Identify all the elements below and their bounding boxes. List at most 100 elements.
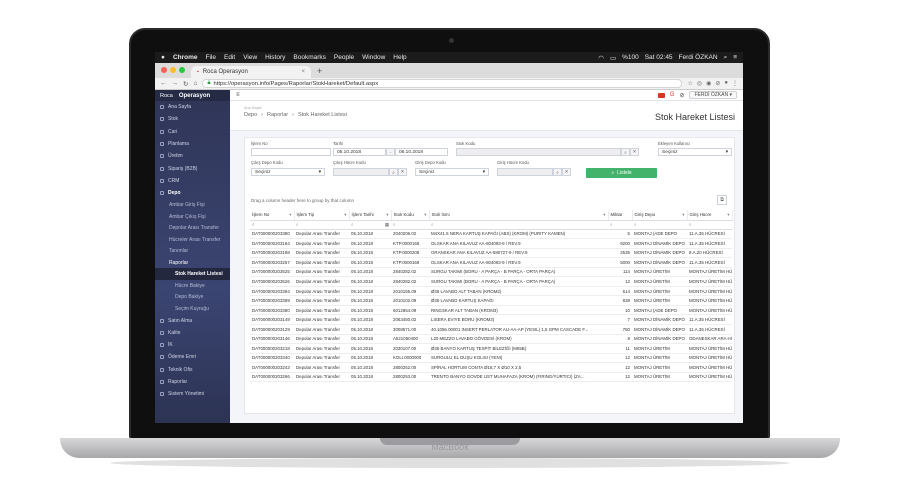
breadcrumb-home[interactable]: Ana Sayfa [244,106,262,110]
col-miktar[interactable]: Miktar [608,210,633,221]
tarih-from-input[interactable]: 05.10.2018 [333,148,386,156]
trash-icon[interactable]: ✕ [630,148,639,156]
list-icon[interactable]: ≡ [733,54,737,61]
col-giris-depo[interactable]: Giriş Depo ▾ [632,210,688,221]
filter-cell[interactable]: ⌕ ▦ [349,220,391,230]
sidebar-item-kalite[interactable]: Kalite [155,327,230,339]
giris-depo-select[interactable]: Seçiniz ▾ [415,168,489,176]
sidebar-item-satinalma[interactable]: Satın Alma [155,314,230,326]
minimize-window-icon[interactable] [170,67,176,73]
filter-cell[interactable]: ⌕ [608,220,632,230]
menu-toggle-icon[interactable]: ≡ [236,92,240,98]
table-row[interactable]: DAT000000203188 Depolar Arası Transfer 05.… [250,248,732,259]
apple-icon[interactable]: ● [161,54,165,61]
sidebar-item-planlama[interactable]: Planlama [155,138,230,150]
sidebar-item-raporlar[interactable]: Raporlar [155,376,230,388]
menu-people[interactable]: People [334,54,354,61]
extension-icon-2[interactable]: ◉ [706,80,711,87]
table-row[interactable]: DAT000000203218 Depolar Arası Transfer 05.… [250,343,732,354]
sidebar-sub-hucreler-arasi[interactable]: Hücreler Arası Transfer [155,234,230,246]
sidebar-sub-depolar-arasi[interactable]: Depolar Arası Transfer [155,222,230,234]
table-row[interactable]: DAT000000203526 Depolar Arası Transfer 05.… [250,276,732,287]
menu-window[interactable]: Window [362,54,385,61]
table-row[interactable]: DAT000000203129 Depolar Arası Transfer 05.… [250,324,732,335]
giris-hucre-input[interactable] [497,168,553,176]
ekleyen-select[interactable]: Seçiniz ▾ [658,148,732,156]
menu-bookmarks[interactable]: Bookmarks [293,54,326,61]
maximize-window-icon[interactable] [179,67,185,73]
table-row[interactable]: DAT000000203525 Depolar Arası Transfer 05.… [250,267,732,278]
col-islem-no[interactable]: İşlem No ▾ [250,210,295,221]
table-row[interactable]: DAT000000203184 Depolar Arası Transfer 05.… [250,238,732,249]
filter-cell[interactable]: ⌕ [294,220,349,230]
table-row[interactable]: DAT000000203380 Depolar Arası Transfer 05.… [250,229,732,240]
notification-icon[interactable]: ⊘ [679,92,684,99]
table-row[interactable]: DAT000000203243 Depolar Arası Transfer 05.… [250,362,732,373]
filter-cell[interactable]: ⌕ [391,220,429,230]
tarih-to-input[interactable]: 06.10.2018 [395,148,448,156]
more-menu-icon[interactable]: ⋮ [732,80,738,87]
col-stok-kodu[interactable]: Stok Kodu ▾ [391,210,430,221]
close-tab-icon[interactable]: × [301,69,305,75]
back-icon[interactable]: ← [160,80,167,87]
filter-icon[interactable]: ▾ [727,212,729,218]
sidebar-sub-tanimlar[interactable]: Tanımlar [155,245,230,257]
address-bar[interactable]: 🔒︎ https://operasyon.info/Pages/Raporlar… [202,79,683,88]
stok-kodu-input[interactable] [456,148,621,156]
sidebar-sub-depo-bakiye[interactable]: Depo Bakiye [155,291,230,303]
sidebar-item-odeme[interactable]: Ödeme Emri [155,351,230,363]
menubar-clock[interactable]: Sat 02:45 [645,54,673,61]
search-icon[interactable]: ⌕ [389,168,398,176]
language-flag-icon[interactable] [657,92,665,98]
menu-edit[interactable]: Edit [224,54,235,61]
battery-icon[interactable]: ▭ [610,54,616,62]
filter-cell[interactable]: ⌕ [250,220,294,230]
menubar-app[interactable]: Chrome [173,54,198,61]
reload-icon[interactable]: ↻ [183,80,188,88]
sidebar-item-crm[interactable]: CRM [155,175,230,187]
new-tab-button[interactable]: + [311,66,328,78]
breadcrumb-raporlar[interactable]: Raporlar [267,112,288,118]
filter-icon[interactable]: ▾ [424,212,426,218]
menubar-user[interactable]: Ferdi ÖZKAN [679,54,718,61]
sidebar-sub-hucre-bakiye[interactable]: Hücre Bakiye [155,280,230,292]
table-row[interactable]: DAT000000203257 Depolar Arası Transfer 05.… [250,257,732,268]
sidebar-item-siparis[interactable]: Sipariş (B2B) [155,162,230,174]
copy-icon[interactable]: ⧉ [717,195,727,205]
google-icon[interactable]: G [670,92,675,98]
table-row[interactable]: DAT000000203340 Depolar Arası Transfer 05.… [250,353,732,364]
col-islem-tarihi[interactable]: İşlem Tarihi ▾ [349,210,392,221]
trash-icon[interactable]: ✕ [398,168,407,176]
sidebar-item-anasayfa[interactable]: Ana Sayfa [155,101,230,113]
filter-cell[interactable]: ⌕ [687,220,732,230]
menu-view[interactable]: View [243,54,257,61]
sidebar-item-teknik[interactable]: Teknik Ofis [155,364,230,376]
col-giris-hucre[interactable]: Giriş Hücre ▾ [687,210,733,221]
islem-no-input[interactable] [251,148,331,156]
col-stok-ismi[interactable]: Stok İsmi ▾ [429,210,609,221]
wifi-icon[interactable]: ◠ [598,54,604,62]
search-icon[interactable]: ⌕ [724,54,728,62]
sidebar-item-stok[interactable]: Stok [155,113,230,125]
filter-cell[interactable]: ⌕ [429,220,608,230]
filter-icon[interactable]: ▾ [682,212,684,218]
menu-help[interactable]: Help [393,54,406,61]
sidebar-sub-stok-hareket[interactable]: Stok Hareket Listesi [155,268,230,280]
filter-icon[interactable]: ▾ [289,212,291,218]
table-row[interactable]: DAT000000203389 Depolar Arası Transfer 05.… [250,295,732,306]
sidebar-item-depo[interactable]: Depo [155,187,230,199]
sidebar-item-uretim[interactable]: Üretim [155,150,230,162]
sidebar-sub-secim-kuyrugu[interactable]: Seçim Kuyruğu [155,303,230,315]
table-row[interactable]: DAT000000203266 Depolar Arası Transfer 05.… [250,372,732,383]
list-button[interactable]: ⌕ Listele [586,168,657,178]
calendar-icon[interactable]: ▦ [385,222,389,228]
filter-cell[interactable]: ⌕ [632,220,687,230]
filter-icon[interactable]: ▾ [344,212,346,218]
user-menu-button[interactable]: FERDİ ÖZKAN ▾ [689,91,737,99]
cikis-depo-select[interactable]: Seçiniz ▾ [251,168,325,176]
table-row[interactable]: DAT000000203149 Depolar Arası Transfer 05.… [250,314,732,325]
breadcrumb-depo[interactable]: Depo [244,112,257,118]
extension-icon[interactable]: ◎ [697,80,702,87]
filter-icon[interactable]: ▾ [603,212,605,218]
close-window-icon[interactable] [161,67,167,73]
